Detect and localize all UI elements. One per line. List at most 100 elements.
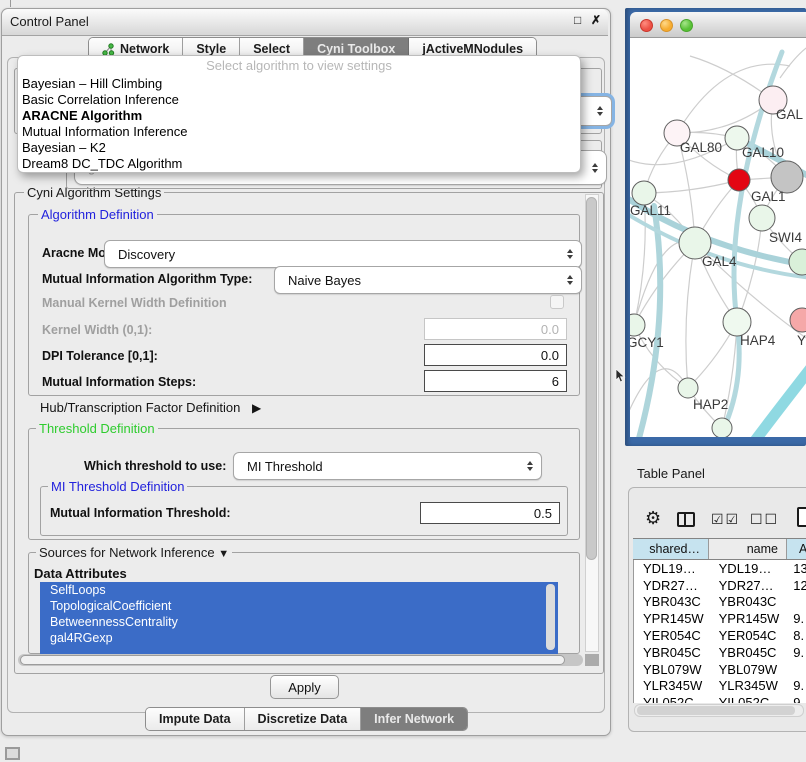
screen: Control Panel □ ✗ NetworkStyleSelectCyni… [0, 0, 806, 762]
gear-icon[interactable]: ⚙ [645, 508, 661, 529]
network-node-gal1[interactable] [728, 169, 750, 191]
network-node-hap2[interactable] [678, 378, 698, 398]
frame-notch [10, 0, 11, 7]
table-row[interactable]: YBR045CYBR045C9. [634, 644, 806, 661]
mi-threshold-field[interactable]: 0.5 [420, 502, 560, 524]
mi-type-label: Mutual Information Algorithm Type: [42, 272, 252, 286]
table-cell: YIL052C [710, 695, 788, 703]
attribute-item-partial[interactable] [40, 646, 558, 654]
algorithm-option-aracne-algorithm[interactable]: ARACNE Algorithm [18, 108, 580, 124]
table-cell: YPR145W [634, 611, 710, 626]
network-tab-icon [102, 43, 115, 56]
traffic-light-close[interactable] [640, 19, 653, 32]
network-canvas[interactable]: GALGAL80GAL10GAL1GAL11SWI4GAL4GCY1HAP4YH… [630, 38, 806, 437]
control-panel-titlebar[interactable] [2, 9, 608, 36]
column-header-name[interactable]: name [709, 539, 787, 559]
algorithm-option-bayesian-hill-climbing[interactable]: Bayesian – Hill Climbing [18, 76, 580, 92]
network-node-swi4[interactable] [749, 205, 775, 231]
table-row[interactable]: YBR043CYBR043C [634, 594, 806, 611]
network-node-gal11[interactable] [632, 181, 656, 205]
scrollbar-corner [585, 654, 599, 666]
close-window-icon[interactable]: ✗ [591, 13, 601, 27]
column-header-shared-[interactable]: shared… [633, 539, 709, 559]
attribute-item-gal4rgexp[interactable]: gal4RGexp [40, 630, 558, 646]
table-cell: YBR043C [710, 594, 788, 609]
attributes-list-scrollbar[interactable] [546, 584, 555, 650]
manual-kernel-label: Manual Kernel Width Definition [42, 296, 227, 310]
table-row[interactable]: YDL19…YDL19…13 [634, 560, 806, 577]
data-attributes-list: SelfLoopsTopologicalCoefficientBetweenne… [40, 582, 558, 654]
table-cell: 9. [787, 678, 806, 693]
table-row[interactable]: YER054CYER054C8. [634, 627, 806, 644]
network-edge [686, 243, 695, 388]
table-row[interactable]: YIL052CYIL052C9. [634, 694, 806, 703]
traffic-light-zoom[interactable] [680, 19, 693, 32]
settings-vscrollbar-thumb[interactable] [586, 197, 597, 560]
tab-label: jActiveMNodules [422, 42, 523, 56]
bottom-tab-impute-data[interactable]: Impute Data [146, 708, 245, 730]
dropdown-items: Bayesian – Hill ClimbingBasic Correlatio… [18, 76, 580, 172]
table-row[interactable]: YDR27…YDR27…12 [634, 577, 806, 594]
float-window-icon[interactable]: □ [574, 13, 581, 27]
manual-kernel-checkbox[interactable] [550, 295, 564, 309]
deselect-all-columns-icon[interactable]: ☐☐ [750, 511, 779, 528]
table-row[interactable]: YPR145WYPR145W9. [634, 610, 806, 627]
attribute-item-betweennesscentrality[interactable]: BetweennessCentrality [40, 614, 558, 630]
table-header-row: shared…nameA [633, 538, 806, 560]
mi-steps-field[interactable]: 6 [424, 370, 567, 392]
disclosure-right-icon[interactable]: ▶ [252, 401, 261, 415]
algorithm-option-basic-correlation-inference[interactable]: Basic Correlation Inference [18, 92, 580, 108]
algorithm-option-dream8-dc-tdc-algorithm[interactable]: Dream8 DC_TDC Algorithm [18, 156, 580, 172]
settings-hscrollbar-thumb[interactable] [20, 655, 565, 665]
algorithm-option-bayesian-k2[interactable]: Bayesian – K2 [18, 140, 580, 156]
algorithm-option-mutual-information-inference[interactable]: Mutual Information Inference [18, 124, 580, 140]
aracne-mode-select[interactable]: Discovery [104, 240, 582, 268]
attribute-item-selfloops[interactable]: SelfLoops [40, 582, 558, 598]
node-label-gal: GAL [776, 107, 804, 122]
mi-type-select[interactable]: Naive Bayes [274, 266, 582, 294]
table-cell: YDL19… [634, 561, 710, 576]
node-label-swi4: SWI4 [769, 230, 802, 245]
bottom-tabbar: Impute DataDiscretize DataInfer Network [145, 707, 468, 731]
split-columns-icon[interactable] [677, 512, 695, 527]
dock-panel-icon[interactable] [5, 747, 20, 760]
table-row[interactable]: YBL079WYBL079W [634, 661, 806, 678]
mi-steps-label: Mutual Information Steps: [42, 375, 196, 389]
dpi-tolerance-field[interactable]: 0.0 [424, 344, 567, 366]
table-cell: YER054C [634, 628, 710, 643]
stepper-icon [592, 163, 598, 173]
apply-button[interactable]: Apply [270, 675, 339, 699]
node-label-gal11: GAL11 [630, 203, 671, 218]
which-threshold-select[interactable]: MI Threshold [233, 452, 542, 480]
export-table-icon[interactable] [797, 507, 806, 527]
table-rows: YDL19…YDL19…13YDR27…YDR27…12YBR043CYBR04… [633, 560, 806, 703]
table-row[interactable]: YLR345WYLR345W9. [634, 678, 806, 695]
table-hscrollbar-thumb[interactable] [637, 706, 795, 715]
attribute-item-topologicalcoefficient[interactable]: TopologicalCoefficient [40, 598, 558, 614]
node-label-gal10: GAL10 [742, 145, 784, 160]
table-cell: YER054C [710, 628, 788, 643]
network-node-hap4[interactable] [723, 308, 751, 336]
stepper-icon [597, 106, 603, 116]
table-cell: YLR345W [710, 678, 788, 693]
bottom-tab-infer-network[interactable]: Infer Network [361, 708, 467, 730]
network-node-bottom-green[interactable] [712, 418, 732, 437]
network-node-gcy1[interactable] [630, 314, 645, 336]
select-all-columns-icon[interactable]: ☑☑ [711, 511, 740, 528]
kernel-width-field[interactable]: 0.0 [424, 318, 567, 340]
bottom-tab-discretize-data[interactable]: Discretize Data [245, 708, 362, 730]
table-cell: YPR145W [710, 611, 788, 626]
dropdown-prompt: Select algorithm to view settings [18, 56, 580, 76]
disclosure-down-icon[interactable]: ▼ [218, 548, 229, 560]
network-edge [644, 180, 739, 193]
hub-definition-row[interactable]: Hub/Transcription Factor Definition ▶ [40, 400, 261, 415]
table-cell: YDR27… [710, 578, 788, 593]
table-cell: YBR045C [710, 645, 788, 660]
column-header-a[interactable]: A [787, 539, 806, 559]
table-cell: YBL079W [710, 662, 788, 677]
stepper-icon [567, 249, 573, 259]
network-window-titlebar[interactable] [630, 12, 806, 38]
traffic-light-minimize[interactable] [660, 19, 673, 32]
aracne-mode-value: Discovery [118, 247, 175, 262]
table-cell: 13 [787, 561, 806, 576]
